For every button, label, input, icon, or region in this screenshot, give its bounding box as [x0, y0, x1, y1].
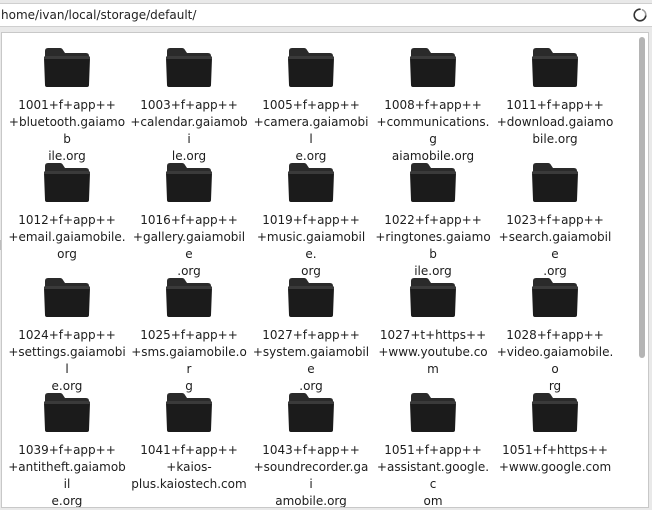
folder-icon — [372, 45, 494, 89]
folder-label: 1001+f+app++ +bluetooth.gaiamob ile.org — [8, 98, 126, 163]
folder-icon — [372, 390, 494, 434]
location-bar — [0, 3, 652, 27]
folder-label: 1003+f+app++ +calendar.gaiamobi le.org — [130, 98, 248, 163]
folder-icon — [128, 45, 250, 89]
folder-item[interactable]: 1051+f+https++ +www.google.com — [494, 390, 616, 476]
folder-icon — [494, 390, 616, 434]
folder-icon — [494, 45, 616, 89]
folder-label: 1022+f+app++ +ringtones.gaiamob ile.org — [375, 213, 491, 278]
vertical-scrollbar[interactable] — [637, 35, 647, 505]
folder-icon — [6, 160, 128, 204]
folder-label: 1012+f+app++ +email.gaiamobile. org — [8, 213, 126, 261]
folder-item[interactable]: 1027+f+app++ +system.gaiamobile .org — [250, 275, 372, 395]
folder-item[interactable]: 1025+f+app++ +sms.gaiamobile.or g — [128, 275, 250, 395]
folder-item[interactable]: 1008+f+app++ +communications.g aiamobile… — [372, 45, 494, 165]
folder-label: 1023+f+app++ +search.gaiamobile .org — [498, 213, 612, 278]
folder-icon — [494, 160, 616, 204]
scrollbar-thumb[interactable] — [639, 37, 645, 358]
folder-item[interactable]: 1011+f+app++ +download.gaiamo bile.org — [494, 45, 616, 148]
folder-icon — [372, 160, 494, 204]
folder-icon — [494, 275, 616, 319]
folder-icon — [128, 160, 250, 204]
reload-icon[interactable] — [631, 6, 649, 24]
folder-icon — [372, 275, 494, 319]
folder-icon — [6, 390, 128, 434]
folder-item[interactable]: 1028+f+app++ +video.gaiamobile.o rg — [494, 275, 616, 395]
folder-item[interactable]: 1019+f+app++ +music.gaiamobile. org — [250, 160, 372, 280]
folder-icon — [128, 390, 250, 434]
folder-label: 1039+f+app++ +antitheft.gaiamobil e.org — [8, 443, 126, 508]
folder-item[interactable]: 1012+f+app++ +email.gaiamobile. org — [6, 160, 128, 263]
folder-label: 1005+f+app++ +camera.gaiamobil e.org — [253, 98, 369, 163]
folder-label: 1008+f+app++ +communications.g aiamobile… — [376, 98, 490, 163]
folder-item[interactable]: 1001+f+app++ +bluetooth.gaiamob ile.org — [6, 45, 128, 165]
folder-label: 1019+f+app++ +music.gaiamobile. org — [256, 213, 366, 278]
folder-label: 1028+f+app++ +video.gaiamobile.o rg — [496, 328, 614, 393]
folder-label: 1051+f+https++ +www.google.com — [498, 443, 612, 474]
folder-item[interactable]: 1041+f+app++ +kaios- plus.kaiostech.com — [128, 390, 250, 493]
folder-item[interactable]: 1005+f+app++ +camera.gaiamobil e.org — [250, 45, 372, 165]
folder-label: 1043+f+app++ +soundrecorder.gai amobile.… — [253, 443, 369, 508]
folder-label: 1027+t+https++ +www.youtube.com — [378, 328, 488, 376]
file-browser-window: 1001+f+app++ +bluetooth.gaiamob ile.org1… — [0, 0, 652, 510]
folder-label: 1025+f+app++ +sms.gaiamobile.or g — [131, 328, 247, 393]
folder-label: 1051+f+app++ +assistant.google.c om — [376, 443, 490, 508]
location-input[interactable] — [0, 4, 621, 26]
folder-item[interactable]: 1051+f+app++ +assistant.google.c om — [372, 390, 494, 508]
folder-icon — [250, 390, 372, 434]
folder-item[interactable]: 1023+f+app++ +search.gaiamobile .org — [494, 160, 616, 280]
folder-item[interactable]: 1022+f+app++ +ringtones.gaiamob ile.org — [372, 160, 494, 280]
folder-icon — [6, 45, 128, 89]
folder-icon — [250, 160, 372, 204]
folder-item[interactable]: 1003+f+app++ +calendar.gaiamobi le.org — [128, 45, 250, 165]
folder-icon — [128, 275, 250, 319]
folder-item[interactable]: 1039+f+app++ +antitheft.gaiamobil e.org — [6, 390, 128, 508]
folder-icon — [6, 275, 128, 319]
folder-label: 1027+f+app++ +system.gaiamobile .org — [252, 328, 370, 393]
folder-item[interactable]: 1043+f+app++ +soundrecorder.gai amobile.… — [250, 390, 372, 508]
folder-icon — [250, 275, 372, 319]
folder-label: 1016+f+app++ +gallery.gaiamobile .org — [132, 213, 246, 278]
folder-view: 1001+f+app++ +bluetooth.gaiamob ile.org 1… — [1, 32, 649, 508]
folder-label: 1041+f+app++ +kaios- plus.kaiostech.com — [131, 443, 247, 491]
folder-item[interactable]: 1027+t+https++ +www.youtube.com — [372, 275, 494, 378]
folder-icon — [250, 45, 372, 89]
folder-label: 1024+f+app++ +settings.gaiamobil e.org — [8, 328, 126, 393]
folder-label: 1011+f+app++ +download.gaiamo bile.org — [496, 98, 614, 146]
folder-item[interactable]: 1024+f+app++ +settings.gaiamobil e.org — [6, 275, 128, 395]
folder-item[interactable]: 1016+f+app++ +gallery.gaiamobile .org — [128, 160, 250, 280]
